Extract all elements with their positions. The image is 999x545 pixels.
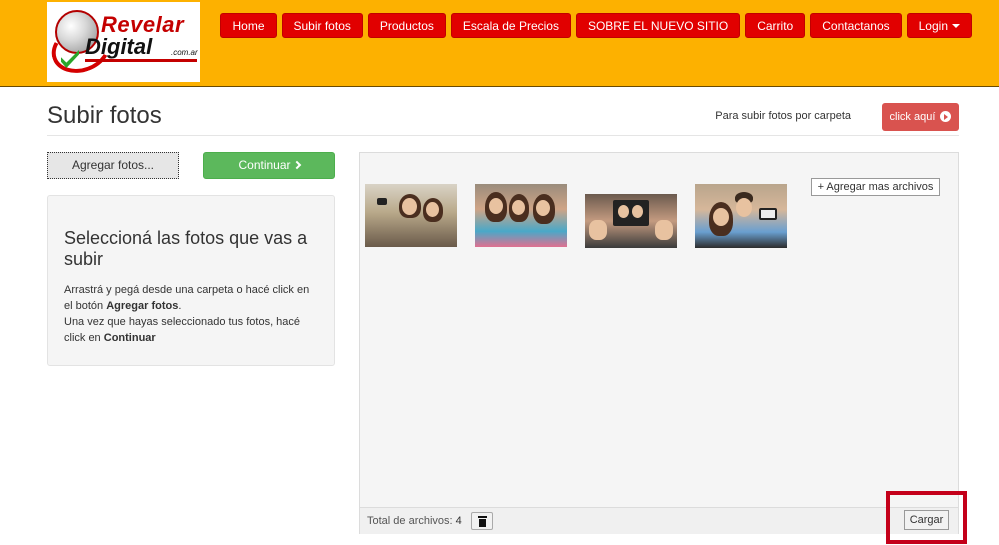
total-files-text: Total de archivos: [367, 515, 453, 527]
photo-detail [618, 205, 629, 218]
instructions-line1-end: . [178, 300, 182, 312]
continue-label: Continuar [238, 158, 291, 172]
nav-escala-precios[interactable]: Escala de Precios [450, 13, 571, 38]
photo-detail [512, 200, 525, 215]
nav-login[interactable]: Login [906, 13, 972, 38]
total-files-count: 4 [455, 515, 462, 527]
instructions-panel: Seleccioná las fotos que vas a subir Arr… [47, 195, 335, 366]
upload-dropzone[interactable]: + Agregar mas archivos Total de archivos… [359, 152, 959, 534]
photo-thumbnail[interactable] [365, 184, 457, 247]
phone-icon [759, 208, 777, 220]
logo-text-digital: Digital [85, 34, 153, 59]
photo-detail [632, 205, 643, 218]
instructions-line1: Arrastrá y pegá desde una carpeta o hacé… [64, 284, 310, 312]
nav-home[interactable]: Home [220, 13, 277, 38]
site-header: Revelar Digital .com.ar Home Subir fotos… [0, 0, 999, 87]
instructions-line2: Una vez que hayas seleccionado tus fotos… [64, 316, 301, 344]
photo-detail [713, 208, 729, 226]
chevron-right-icon [292, 160, 301, 170]
instructions-heading: Seleccioná las fotos que vas a subir [64, 228, 308, 269]
photo-detail [426, 202, 439, 217]
main-nav: Home Subir fotos Productos Escala de Pre… [220, 13, 972, 38]
nav-sobre-nuevo-sitio[interactable]: SOBRE EL NUEVO SITIO [575, 13, 741, 38]
photo-detail [536, 200, 550, 216]
photo-thumbnail[interactable] [585, 194, 677, 248]
login-label: Login [918, 19, 948, 33]
delete-all-button[interactable] [471, 512, 493, 530]
site-logo[interactable]: Revelar Digital .com.ar [47, 2, 200, 82]
trash-icon-body [479, 519, 486, 527]
title-divider [47, 135, 959, 136]
folder-upload-hint: Para subir fotos por carpeta [715, 110, 851, 122]
instructions-continue-emphasis: Continuar [103, 332, 156, 344]
nav-subir-fotos[interactable]: Subir fotos [281, 13, 363, 38]
photo-thumbnail[interactable] [695, 184, 787, 248]
photo-detail [489, 198, 503, 214]
camera-icon [377, 198, 387, 205]
nav-productos[interactable]: Productos [367, 13, 446, 38]
nav-carrito[interactable]: Carrito [745, 13, 806, 38]
folder-upload-button[interactable]: click aquí [882, 103, 959, 131]
add-photos-button[interactable]: Agregar fotos... [47, 152, 179, 179]
arrow-circle-right-icon [940, 111, 952, 122]
photo-detail [402, 198, 417, 215]
photo-detail [589, 220, 607, 240]
instructions-text: Arrastrá y pegá desde una carpeta o hacé… [64, 282, 318, 346]
photo-thumbnail[interactable] [475, 184, 567, 247]
caret-down-icon [952, 24, 960, 28]
add-more-files-button[interactable]: + Agregar mas archivos [811, 178, 940, 196]
folder-upload-label: click aquí [889, 111, 936, 123]
upload-footer: Total de archivos: 4 [360, 507, 958, 534]
instructions-add-photos-emphasis: Agregar fotos [106, 300, 179, 312]
continue-button[interactable]: Continuar [203, 152, 335, 179]
total-files-label: Total de archivos: 4 [367, 515, 462, 527]
trash-icon [478, 516, 487, 518]
photo-detail [736, 198, 752, 217]
photo-detail [655, 220, 673, 240]
logo-underline [85, 59, 197, 62]
page-title: Subir fotos [47, 102, 162, 129]
logo-domain-suffix: .com.ar [171, 48, 198, 57]
upload-load-button[interactable]: Cargar [904, 510, 949, 530]
nav-contactanos[interactable]: Contactanos [810, 13, 902, 38]
